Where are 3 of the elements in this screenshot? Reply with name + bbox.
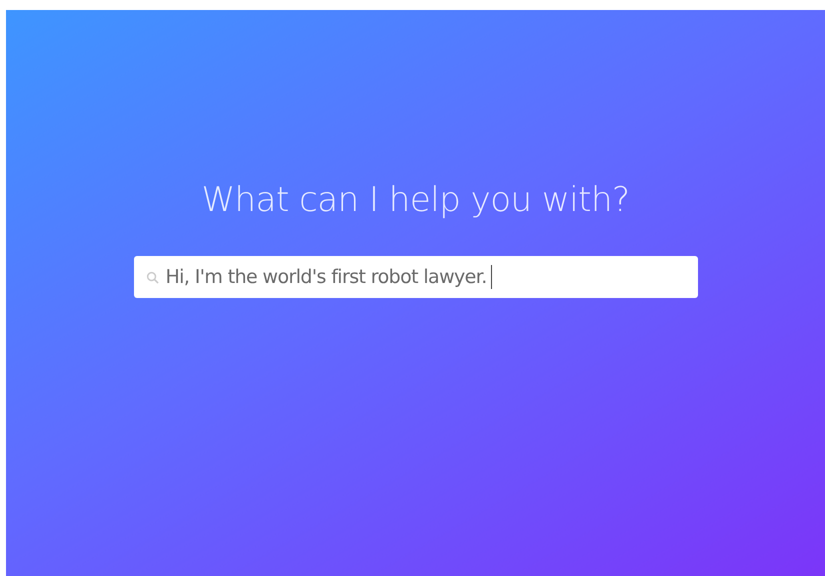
search-field[interactable]: Hi, I'm the world's first robot lawyer. [134, 256, 698, 298]
search-icon [146, 270, 158, 284]
heading: What can I help you with? [201, 180, 630, 220]
